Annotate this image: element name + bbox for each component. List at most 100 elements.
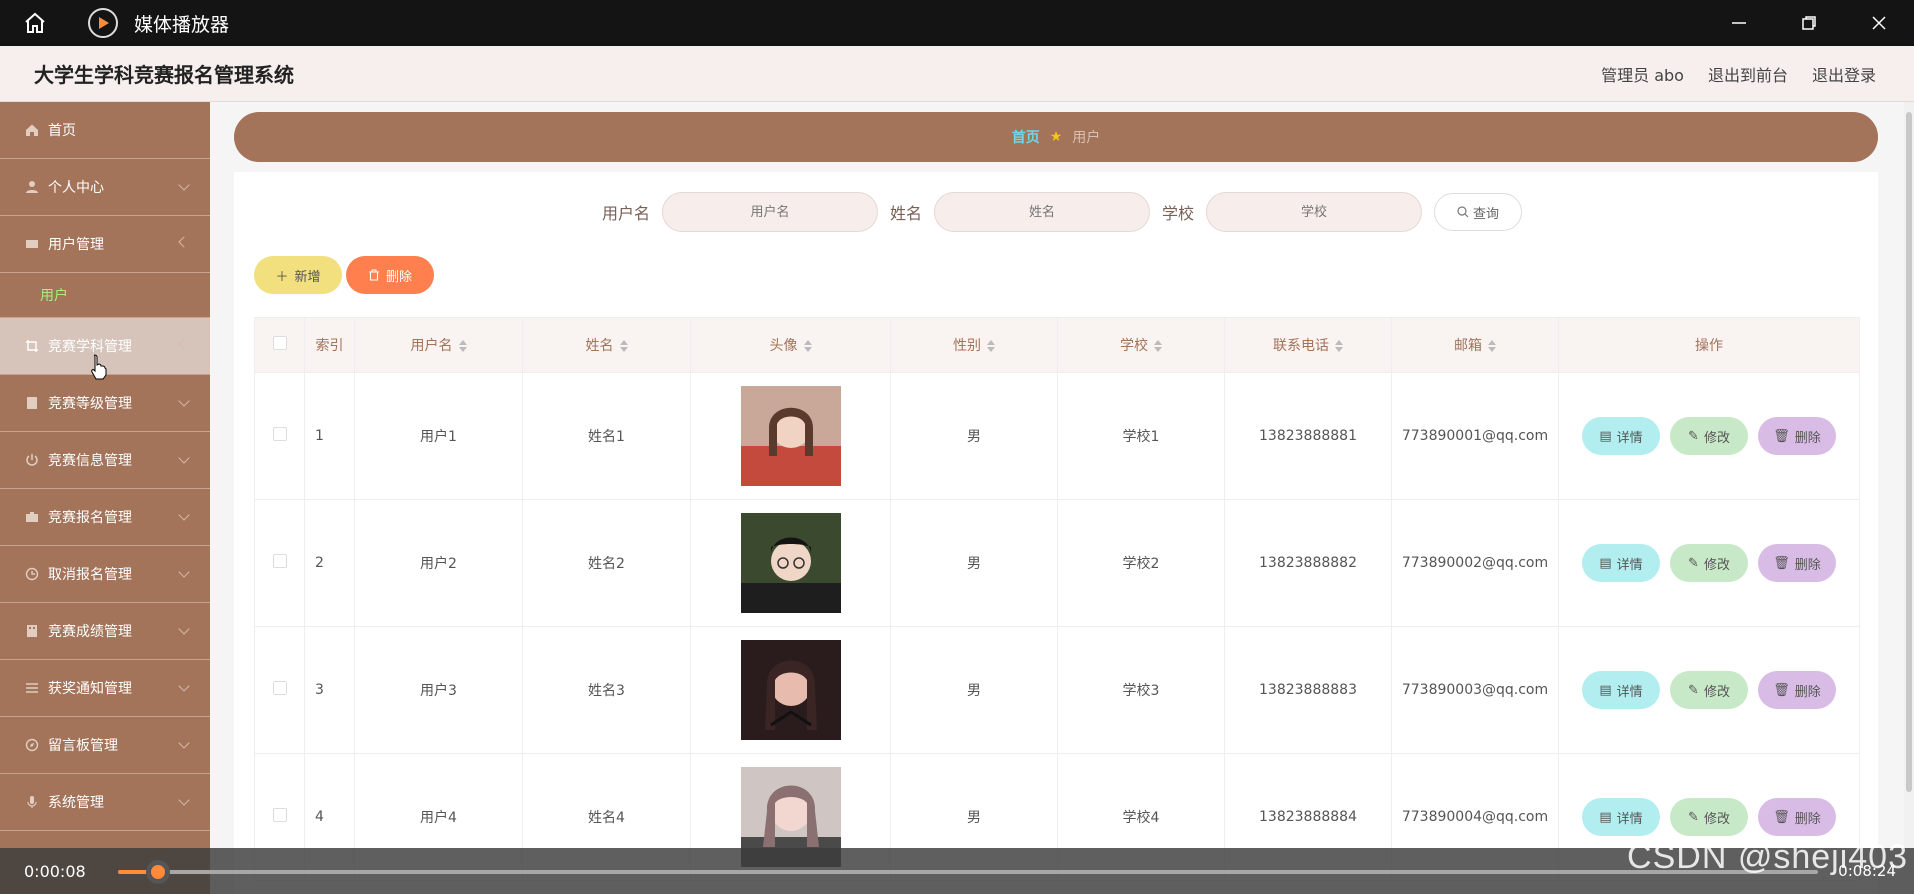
batch-delete-button[interactable]: 删除 bbox=[346, 256, 434, 294]
header-index: 索引 bbox=[304, 317, 355, 373]
select-all-checkbox[interactable] bbox=[272, 336, 287, 350]
edit-button[interactable]: ✎ 修改 bbox=[1670, 417, 1748, 455]
cell-school: 学校2 bbox=[1057, 499, 1225, 627]
sidebar-item-score-management[interactable]: 竞赛成绩管理 bbox=[0, 603, 210, 660]
to-front-link[interactable]: 退出到前台 bbox=[1708, 62, 1788, 86]
delete-label: 删除 bbox=[1794, 811, 1821, 827]
trash-icon: 🗑 bbox=[1773, 555, 1790, 571]
table-row: 3 用户3 姓名3 男 学校3 13823888883 773890003@qq… bbox=[254, 626, 1860, 754]
header-label: 联系电话 bbox=[1273, 338, 1329, 354]
sort-icon[interactable] bbox=[1154, 340, 1162, 352]
crop-icon bbox=[24, 338, 40, 354]
sidebar-item-award-management[interactable]: 获奖通知管理 bbox=[0, 660, 210, 717]
sidebar-item-message-management[interactable]: 留言板管理 bbox=[0, 717, 210, 774]
sidebar-item-home[interactable]: 首页 bbox=[0, 102, 210, 159]
cell-actions: ▤ 详情 ✎ 修改 🗑 删除 bbox=[1558, 626, 1860, 754]
edit-button[interactable]: ✎ 修改 bbox=[1670, 671, 1748, 709]
cell-name: 姓名2 bbox=[522, 499, 691, 627]
sort-icon[interactable] bbox=[803, 340, 812, 352]
compass-icon bbox=[24, 737, 40, 753]
detail-button[interactable]: ▤ 详情 bbox=[1582, 798, 1660, 836]
cell-avatar bbox=[690, 499, 891, 627]
sidebar-item-level-management[interactable]: 竞赛等级管理 bbox=[0, 375, 210, 432]
sidebar-item-cancel-management[interactable]: 取消报名管理 bbox=[0, 546, 210, 603]
header-label: 邮箱 bbox=[1454, 338, 1482, 354]
avatar-image bbox=[740, 386, 841, 486]
row-select-cell[interactable] bbox=[254, 499, 305, 627]
breadcrumb-home[interactable]: 首页 bbox=[1012, 127, 1040, 147]
users-icon bbox=[24, 236, 40, 252]
sidebar-item-label: 竞赛等级管理 bbox=[48, 396, 132, 412]
sidebar-item-label: 获奖通知管理 bbox=[48, 681, 132, 697]
row-checkbox[interactable] bbox=[272, 808, 287, 822]
document-icon: ▤ bbox=[1599, 555, 1612, 571]
delete-button[interactable]: 🗑 删除 bbox=[1758, 417, 1836, 455]
header-phone[interactable]: 联系电话 bbox=[1224, 317, 1392, 373]
sidebar-item-user-management[interactable]: 用户管理 bbox=[0, 216, 210, 273]
header-name[interactable]: 姓名 bbox=[522, 317, 691, 373]
cell-actions: ▤ 详情 ✎ 修改 🗑 删除 bbox=[1558, 499, 1860, 627]
sidebar-subitem-user[interactable]: 用户 bbox=[0, 273, 210, 318]
search-icon bbox=[1457, 206, 1469, 218]
sort-icon[interactable] bbox=[987, 340, 995, 352]
minimize-button[interactable] bbox=[1704, 0, 1774, 46]
building-icon bbox=[24, 623, 40, 639]
detail-button[interactable]: ▤ 详情 bbox=[1582, 544, 1660, 582]
sidebar-item-registration-management[interactable]: 竞赛报名管理 bbox=[0, 489, 210, 546]
close-button[interactable] bbox=[1844, 0, 1914, 46]
sidebar-item-profile[interactable]: 个人中心 bbox=[0, 159, 210, 216]
seek-bar[interactable] bbox=[118, 870, 1818, 874]
header-label: 头像 bbox=[769, 338, 798, 354]
name-input[interactable] bbox=[934, 192, 1150, 232]
header-gender[interactable]: 性别 bbox=[890, 317, 1058, 373]
cell-phone: 13823888882 bbox=[1224, 499, 1392, 627]
header-actions: 操作 bbox=[1558, 317, 1860, 373]
detail-button[interactable]: ▤ 详情 bbox=[1582, 671, 1660, 709]
detail-button[interactable]: ▤ 详情 bbox=[1582, 417, 1660, 455]
school-input[interactable] bbox=[1206, 192, 1423, 232]
edit-button[interactable]: ✎ 修改 bbox=[1670, 798, 1748, 836]
add-button[interactable]: ＋ 新增 bbox=[254, 256, 342, 294]
delete-button[interactable]: 🗑 删除 bbox=[1758, 544, 1836, 582]
row-select-cell[interactable] bbox=[254, 372, 305, 500]
header-avatar[interactable]: 头像 bbox=[690, 317, 891, 373]
sort-icon[interactable] bbox=[619, 340, 628, 352]
row-checkbox[interactable] bbox=[272, 427, 287, 441]
cell-index: 2 bbox=[304, 499, 355, 627]
home-button[interactable] bbox=[0, 0, 70, 46]
header-label: 姓名 bbox=[585, 338, 614, 354]
username-input[interactable] bbox=[661, 192, 878, 232]
user-table: 索引 用户名 姓名 头像 性别 学校 联系电话 邮箱 操作 1 用户1 姓名1 bbox=[254, 317, 1860, 881]
restore-button[interactable] bbox=[1774, 0, 1844, 46]
chevron-left-icon bbox=[178, 338, 190, 350]
row-checkbox[interactable] bbox=[272, 554, 287, 568]
sidebar-item-info-management[interactable]: 竞赛信息管理 bbox=[0, 432, 210, 489]
trash-icon: 🗑 bbox=[1773, 809, 1790, 825]
cell-gender: 男 bbox=[890, 499, 1058, 627]
add-label: 新增 bbox=[294, 269, 321, 285]
sidebar-item-label: 个人中心 bbox=[48, 180, 104, 196]
row-checkbox[interactable] bbox=[272, 681, 287, 695]
delete-button[interactable]: 🗑 删除 bbox=[1758, 671, 1836, 709]
select-all-cell[interactable] bbox=[254, 317, 305, 373]
cell-username: 用户1 bbox=[354, 372, 523, 500]
cell-actions: ▤ 详情 ✎ 修改 🗑 删除 bbox=[1558, 372, 1860, 500]
edit-button[interactable]: ✎ 修改 bbox=[1670, 544, 1748, 582]
header-email[interactable]: 邮箱 bbox=[1391, 317, 1559, 373]
sort-icon[interactable] bbox=[1488, 340, 1496, 352]
user-icon bbox=[24, 179, 40, 195]
header-school[interactable]: 学校 bbox=[1057, 317, 1225, 373]
header-username[interactable]: 用户名 bbox=[354, 317, 523, 373]
query-button[interactable]: 查询 bbox=[1434, 193, 1523, 231]
logout-link[interactable]: 退出登录 bbox=[1812, 62, 1876, 86]
scrollbar-thumb[interactable] bbox=[1906, 112, 1912, 792]
delete-button[interactable]: 🗑 删除 bbox=[1758, 798, 1836, 836]
cell-gender: 男 bbox=[890, 626, 1058, 754]
chevron-down-icon bbox=[178, 794, 190, 806]
sidebar-item-system-management[interactable]: 系统管理 bbox=[0, 774, 210, 831]
home-icon bbox=[24, 122, 40, 138]
row-select-cell[interactable] bbox=[254, 626, 305, 754]
sort-icon[interactable] bbox=[1335, 340, 1343, 352]
seek-handle[interactable] bbox=[146, 860, 170, 884]
sort-icon[interactable] bbox=[458, 340, 467, 352]
